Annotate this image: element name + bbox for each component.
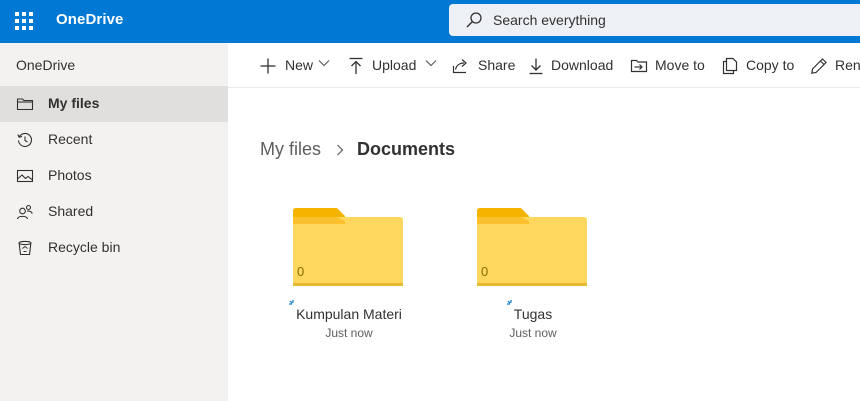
sidebar-item-label: Photos	[48, 167, 92, 183]
folder-icon[interactable]	[291, 207, 405, 287]
search-box[interactable]: Search everything	[449, 4, 860, 36]
folder-icon	[16, 98, 34, 111]
folder-tile[interactable]: 0 Tugas Just now	[468, 205, 598, 345]
sidebar-item-label: Shared	[48, 203, 94, 219]
sidebar-item-label: Recycle bin	[48, 239, 121, 255]
sidebar-item-shared[interactable]: Shared	[0, 194, 228, 230]
rename-button[interactable]: Rena	[810, 55, 860, 77]
command-bar: New Upload Share Download Move to Copy t…	[228, 43, 860, 88]
app-title[interactable]: OneDrive	[56, 11, 124, 28]
breadcrumb-my-files[interactable]: My files	[260, 139, 321, 160]
new-label: New	[285, 57, 314, 73]
sidebar-item-label: My files	[48, 95, 100, 111]
chevron-right-icon	[337, 144, 344, 156]
plus-icon	[260, 58, 276, 74]
folder-item-count: 0	[297, 264, 305, 279]
folder-tile[interactable]: 0 Kumpulan Materi Just now	[284, 205, 414, 345]
app-header: OneDrive Search everything	[0, 0, 860, 43]
upload-button[interactable]: Upload	[348, 55, 440, 77]
sidebar-item-my-files[interactable]: My files	[0, 86, 228, 122]
people-icon	[16, 204, 33, 220]
move-to-label: Move to	[655, 57, 705, 73]
folder-modified: Just now	[509, 326, 557, 340]
app-launcher-icon[interactable]	[15, 12, 33, 30]
folder-name[interactable]: Tugas	[468, 306, 598, 322]
breadcrumb-current: Documents	[357, 139, 456, 159]
folder-modified: Just now	[325, 326, 373, 340]
copy-icon	[722, 57, 738, 75]
chevron-down-icon[interactable]	[318, 57, 330, 69]
chevron-down-icon[interactable]	[425, 57, 437, 69]
share-label: Share	[478, 57, 516, 73]
search-input[interactable]: Search everything	[493, 12, 606, 28]
copy-to-label: Copy to	[746, 57, 795, 73]
download-icon	[529, 58, 543, 75]
sidebar-item-label: Recent	[48, 131, 93, 147]
download-label: Download	[551, 57, 614, 73]
left-navigation: OneDrive My files Recent Photos Shared R…	[0, 43, 228, 401]
download-button[interactable]: Download	[528, 55, 620, 77]
sidebar-item-recent[interactable]: Recent	[0, 122, 228, 158]
sidebar-title: OneDrive	[16, 57, 76, 73]
copy-to-button[interactable]: Copy to	[722, 55, 798, 77]
rename-label: Rena	[835, 57, 860, 73]
search-icon	[466, 12, 482, 28]
move-to-button[interactable]: Move to	[630, 55, 712, 77]
sidebar-item-photos[interactable]: Photos	[0, 158, 228, 194]
trash-icon	[18, 240, 32, 256]
folder-item-count: 0	[481, 264, 489, 279]
upload-label: Upload	[372, 57, 417, 73]
history-icon	[17, 132, 32, 147]
move-to-icon	[630, 59, 648, 73]
folder-icon[interactable]	[475, 207, 589, 287]
folder-name[interactable]: Kumpulan Materi	[284, 306, 414, 322]
image-icon	[16, 169, 34, 183]
upload-icon	[349, 57, 363, 74]
pencil-icon	[811, 58, 827, 74]
new-button[interactable]: New	[259, 55, 331, 77]
share-button[interactable]: Share	[452, 55, 516, 77]
share-icon	[452, 59, 467, 74]
sidebar-item-recycle-bin[interactable]: Recycle bin	[0, 230, 228, 266]
